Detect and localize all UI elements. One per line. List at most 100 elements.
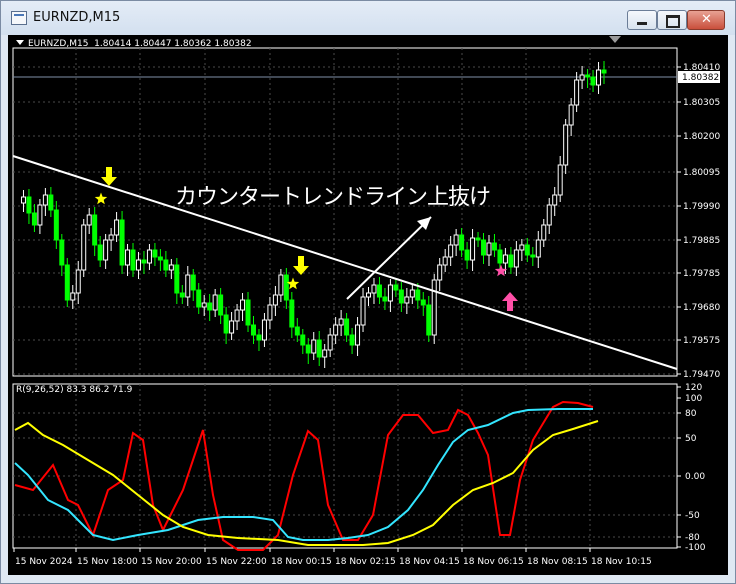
candle-body xyxy=(311,339,317,354)
chart-window-icon xyxy=(11,11,27,25)
candle-body xyxy=(294,326,300,336)
maximize-icon xyxy=(666,15,680,28)
candle-body xyxy=(31,212,37,226)
candle-body xyxy=(97,244,103,261)
candle-body xyxy=(376,284,382,298)
candle-body xyxy=(404,296,410,304)
candle-body xyxy=(240,299,246,311)
minimize-button[interactable] xyxy=(627,10,657,30)
candle-body xyxy=(585,74,591,78)
candle-body xyxy=(579,74,585,81)
rci-middle-line xyxy=(14,408,593,542)
candle-body xyxy=(442,256,448,266)
candle-body xyxy=(70,292,76,301)
candle-body xyxy=(557,164,563,196)
candle-body xyxy=(344,318,350,336)
symbol-info-bar: EURNZD,M15 1.80414 1.80447 1.80362 1.803… xyxy=(16,39,252,49)
annotation-text: カウンタートレンドライン上抜け xyxy=(175,185,491,210)
candle-body xyxy=(119,219,125,266)
terminal-window: EURNZD,M15 ✕ 1.80410 1.80305 1.80200 1.8009… xyxy=(0,0,736,584)
candle-body xyxy=(409,289,415,298)
candle-body xyxy=(349,334,355,346)
time-axis-label: 18 Nov 00:15 xyxy=(271,557,332,567)
candle-body xyxy=(464,249,470,261)
maximize-button[interactable] xyxy=(657,10,687,30)
candle-body xyxy=(546,204,552,226)
candle-body xyxy=(37,204,43,226)
candle-body xyxy=(371,284,377,294)
time-axis-label: 18 Nov 04:15 xyxy=(399,557,460,567)
candle-body xyxy=(574,79,580,106)
candle-body xyxy=(387,284,393,302)
price-axis-label: 1.79575 xyxy=(683,336,720,346)
star-signal-1 xyxy=(94,192,108,205)
price-axis-label: 1.79785 xyxy=(683,269,720,279)
candle-body xyxy=(86,214,92,226)
time-axis-label: 15 Nov 20:00 xyxy=(141,557,202,567)
candle-body xyxy=(250,324,256,336)
candle-body xyxy=(114,219,120,236)
candle-body xyxy=(185,274,191,298)
price-chart-canvas[interactable]: 1.804101.803051.802001.800951.799901.798… xyxy=(8,35,728,575)
candle-body xyxy=(596,69,602,86)
candle-body xyxy=(267,304,273,321)
candle-body xyxy=(152,249,158,258)
time-axis-label: 15 Nov 22:00 xyxy=(206,557,267,567)
time-axis-label: 18 Nov 02:15 xyxy=(335,557,396,567)
candle-body xyxy=(568,104,574,126)
candle-body xyxy=(338,318,344,326)
indicator-axis-label: 100 xyxy=(685,394,702,404)
indicator-axis-label: -50 xyxy=(685,511,700,521)
candle-body xyxy=(81,224,87,271)
price-axis-label: 1.79885 xyxy=(683,236,720,246)
candle-body xyxy=(283,274,289,301)
candle-body xyxy=(513,249,519,268)
candle-body xyxy=(524,244,530,256)
chart-area[interactable]: 1.80410 1.80305 1.80200 1.80095 1.79990 1.798… xyxy=(8,35,728,575)
candle-body xyxy=(245,299,251,326)
close-button[interactable]: ✕ xyxy=(687,10,725,30)
candle-body xyxy=(146,249,152,264)
candle-body xyxy=(366,292,372,298)
candle-body xyxy=(108,234,114,241)
candle-body xyxy=(563,124,569,166)
candle-body xyxy=(103,239,109,261)
candle-body xyxy=(333,324,339,336)
title-bar[interactable]: EURNZD,M15 ✕ xyxy=(1,1,735,35)
candle-body xyxy=(415,289,421,301)
candle-body xyxy=(437,264,443,281)
indicator-axis-label: 0.00 xyxy=(685,472,705,482)
price-axis-label: 1.79990 xyxy=(683,202,720,212)
candle-body xyxy=(481,239,487,256)
time-axis-label: 15 Nov 18:00 xyxy=(77,557,138,567)
candle-body xyxy=(530,254,536,258)
dropdown-triangle-icon[interactable] xyxy=(16,40,24,45)
candle-body xyxy=(519,244,525,251)
candle-body xyxy=(64,264,70,301)
time-axis-label: 18 Nov 06:15 xyxy=(463,557,524,567)
price-axis-label: 1.80305 xyxy=(683,98,720,108)
candle-body xyxy=(322,349,328,358)
one-click-trading-toggle-icon[interactable] xyxy=(609,36,621,43)
close-icon: ✕ xyxy=(701,12,712,27)
candle-body xyxy=(289,299,295,328)
candle-body xyxy=(426,304,432,336)
candle-body xyxy=(218,294,224,316)
price-axis-label: 1.80095 xyxy=(683,168,720,178)
candle-body xyxy=(272,294,278,306)
candle-body xyxy=(92,214,98,246)
candle-body xyxy=(355,324,361,346)
candle-body xyxy=(212,294,218,311)
candle-body xyxy=(470,237,476,261)
candle-body xyxy=(305,344,311,354)
candle-body xyxy=(601,69,607,74)
candle-body xyxy=(229,320,235,334)
candle-body xyxy=(179,292,185,298)
candle-body xyxy=(552,194,558,206)
time-axis-label: 18 Nov 08:15 xyxy=(527,557,588,567)
up-arrow-signal xyxy=(502,292,518,311)
candle-body xyxy=(491,242,497,251)
candle-body xyxy=(590,76,596,86)
candle-body xyxy=(42,194,48,206)
candle-body xyxy=(541,224,547,241)
